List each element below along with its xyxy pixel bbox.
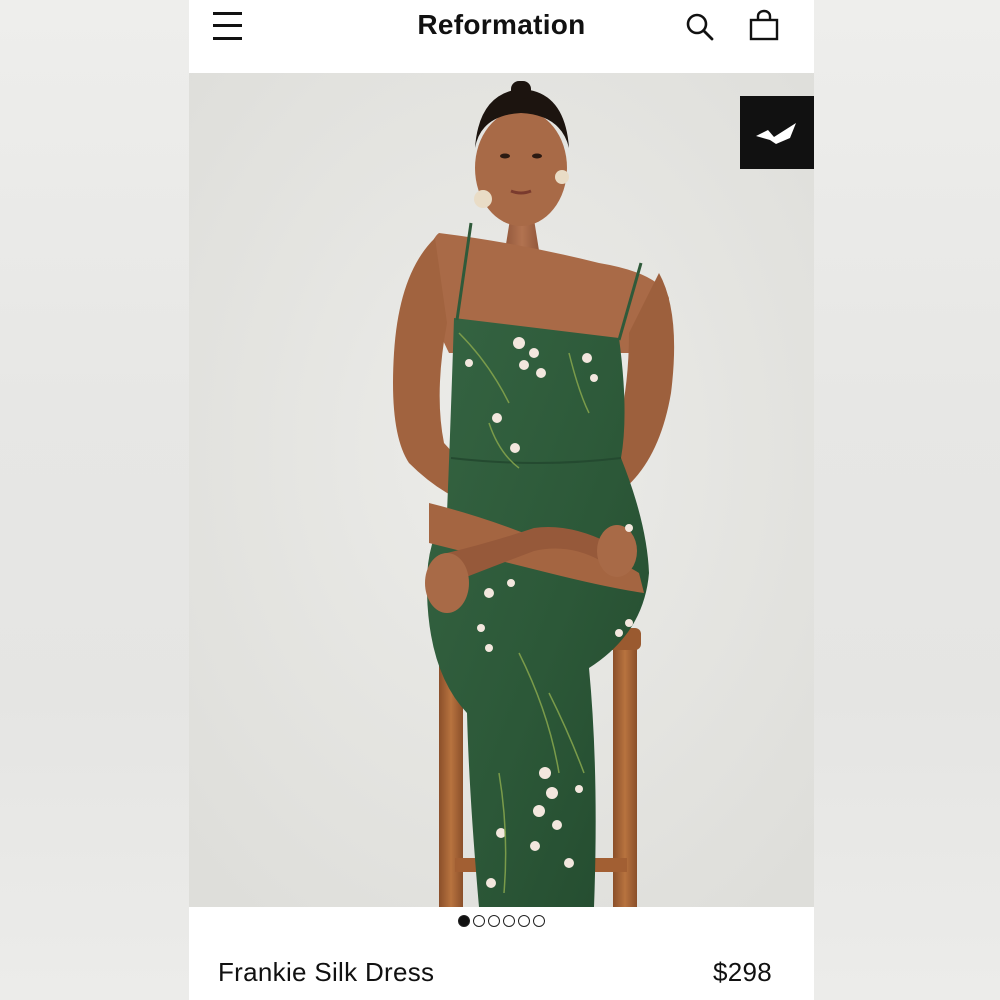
carousel-dot[interactable] — [458, 915, 470, 927]
checkmark-logo-icon[interactable] — [740, 96, 814, 169]
product-page: Reformation Frankie Silk Dress $298 — [189, 0, 814, 1000]
carousel-dot[interactable] — [473, 915, 485, 927]
shopping-bag-icon[interactable] — [747, 9, 781, 43]
background-blur-left — [0, 0, 189, 1000]
carousel-dot[interactable] — [518, 915, 530, 927]
carousel-dot[interactable] — [488, 915, 500, 927]
top-navigation-bar: Reformation — [189, 0, 814, 73]
carousel-dot[interactable] — [533, 915, 545, 927]
product-image[interactable] — [189, 73, 814, 907]
brand-logo[interactable]: Reformation — [189, 9, 814, 41]
product-price: $298 — [712, 957, 772, 987]
product-name: Frankie Silk Dress — [218, 957, 435, 987]
background-blur-right — [814, 0, 1000, 1000]
carousel-pagination — [189, 915, 814, 933]
search-icon[interactable] — [683, 10, 717, 44]
model-photo — [189, 73, 814, 907]
carousel-dot[interactable] — [503, 915, 515, 927]
